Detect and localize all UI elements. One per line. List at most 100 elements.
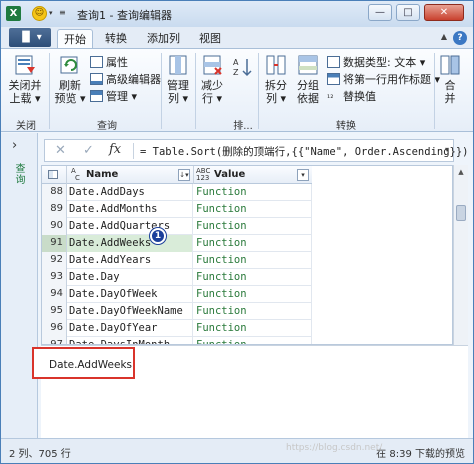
- fx-icon[interactable]: fx: [109, 142, 121, 157]
- formula-bar[interactable]: ✕ ✓ fx = Table.Sort(删除的顶端行,{{"Name", Ord…: [44, 139, 469, 162]
- expand-chevron-icon[interactable]: ›: [12, 138, 17, 153]
- excel-icon[interactable]: X: [6, 6, 21, 21]
- table-menu-button[interactable]: [42, 166, 67, 184]
- manage-columns-button[interactable]: 管理 列 ▾: [164, 53, 192, 105]
- name-cell[interactable]: Date.AddQuarters: [67, 218, 193, 235]
- formula-expand-icon[interactable]: ▾: [445, 145, 449, 154]
- row-number: 92: [42, 252, 67, 269]
- row-number: 93: [42, 269, 67, 286]
- value-cell[interactable]: Function: [193, 320, 312, 337]
- table-row[interactable]: 90 Date.AddQuarters Function: [42, 218, 312, 235]
- name-cell[interactable]: Date.AddYears: [67, 252, 193, 269]
- table-row[interactable]: 97 Date.DaysInMonth Function: [42, 337, 312, 344]
- table-row[interactable]: 93 Date.Day Function: [42, 269, 312, 286]
- properties-icon: [90, 56, 103, 68]
- minimize-button[interactable]: —: [368, 4, 392, 21]
- row-number: 94: [42, 286, 67, 303]
- column-divider[interactable]: [193, 166, 194, 184]
- data-type-dropdown[interactable]: 数据类型: 文本 ▾: [327, 54, 425, 70]
- value-cell[interactable]: Function: [193, 218, 312, 235]
- table-row[interactable]: 95 Date.DayOfWeekName Function: [42, 303, 312, 320]
- preview-value: Date.AddWeeks: [49, 359, 133, 371]
- close-and-load-icon: [15, 55, 35, 75]
- scroll-up-icon[interactable]: ▲: [454, 165, 468, 179]
- svg-text:Z: Z: [233, 68, 239, 77]
- name-cell[interactable]: Date.DayOfWeek: [67, 286, 193, 303]
- data-grid: A C Name ↓▾ ABC 123 Value ▾ 88 Date.AddD…: [41, 165, 453, 345]
- table-row[interactable]: 89 Date.AddMonths Function: [42, 201, 312, 218]
- text-type-icon[interactable]: A C: [71, 168, 80, 182]
- ribbon-collapse-icon[interactable]: ▲: [441, 32, 447, 41]
- name-cell[interactable]: Date.DayOfWeekName: [67, 303, 193, 320]
- value-cell[interactable]: Function: [193, 303, 312, 320]
- vertical-scrollbar[interactable]: ▲: [453, 165, 468, 345]
- group-label-sort: 排...: [233, 121, 253, 132]
- name-cell[interactable]: Date.DayOfYear: [67, 320, 193, 337]
- value-cell[interactable]: Function: [193, 235, 312, 252]
- table-row-selected[interactable]: 91 Date.AddWeeks Function: [42, 235, 312, 252]
- name-cell[interactable]: Date.Day: [67, 269, 193, 286]
- tab-add-column[interactable]: 添加列: [141, 29, 186, 49]
- close-button[interactable]: ✕: [424, 4, 464, 21]
- table-row[interactable]: 96 Date.DayOfYear Function: [42, 320, 312, 337]
- advanced-editor-button[interactable]: 高级编辑器: [90, 71, 161, 87]
- group-divider: [161, 53, 162, 129]
- quick-access-dropdown-icon[interactable]: ▾: [49, 9, 53, 17]
- refresh-preview-button[interactable]: 刷新 预览 ▾: [53, 53, 87, 105]
- replace-values-button[interactable]: ₁₂ 替换值: [327, 88, 376, 104]
- cancel-formula-icon[interactable]: ✕: [55, 143, 66, 158]
- scroll-thumb[interactable]: [456, 205, 466, 221]
- formula-divider: [133, 143, 134, 159]
- close-and-load-button[interactable]: 关闭并 上载 ▾: [7, 53, 43, 105]
- column-header-value[interactable]: Value: [214, 169, 245, 180]
- value-cell[interactable]: Function: [193, 337, 312, 344]
- refresh-icon: [60, 56, 78, 74]
- row-number: 95: [42, 303, 67, 320]
- group-label-close: 关闭: [16, 121, 36, 132]
- smiley-icon[interactable]: ☺: [32, 6, 47, 21]
- value-cell[interactable]: Function: [193, 201, 312, 218]
- reduce-rows-button[interactable]: 减少 行 ▾: [198, 53, 226, 105]
- queries-pane-collapsed[interactable]: › 查询: [1, 133, 38, 438]
- split-column-button[interactable]: 拆分 列 ▾: [262, 53, 290, 105]
- name-cell[interactable]: Date.AddMonths: [67, 201, 193, 218]
- table-row[interactable]: 88 Date.AddDays Function: [42, 184, 312, 201]
- column-header-name[interactable]: Name: [86, 169, 118, 180]
- maximize-button[interactable]: □: [396, 4, 420, 21]
- formula-text[interactable]: = Table.Sort(删除的顶端行,{{"Name", Order.Asce…: [140, 144, 469, 159]
- tab-view[interactable]: 视图: [193, 29, 227, 49]
- file-tab[interactable]: ▐▌ ▾: [9, 28, 51, 47]
- manage-icon: [90, 90, 103, 102]
- name-cell[interactable]: Date.DaysInMonth: [67, 337, 193, 344]
- name-filter-button[interactable]: ↓▾: [178, 169, 190, 181]
- group-by-button[interactable]: 分组 依据: [294, 53, 322, 105]
- properties-button[interactable]: 属性: [90, 54, 128, 70]
- help-icon[interactable]: ?: [453, 31, 467, 45]
- value-cell[interactable]: Function: [193, 184, 312, 201]
- value-filter-button[interactable]: ▾: [297, 169, 309, 181]
- svg-text:A: A: [233, 58, 239, 67]
- any-type-icon[interactable]: ABC 123: [196, 168, 210, 182]
- row-number: 96: [42, 320, 67, 337]
- queries-pane-label[interactable]: 查询: [13, 163, 26, 185]
- commit-formula-icon[interactable]: ✓: [83, 143, 94, 158]
- sort-button[interactable]: AZ: [231, 55, 253, 81]
- group-divider: [258, 53, 259, 129]
- use-first-row-as-headers-button[interactable]: 将第一行用作标题 ▾: [327, 71, 440, 87]
- manage-button[interactable]: 管理 ▾: [90, 88, 137, 104]
- combine-button[interactable]: 合 并: [438, 53, 462, 105]
- name-cell[interactable]: Date.AddDays: [67, 184, 193, 201]
- value-cell[interactable]: Function: [193, 269, 312, 286]
- tab-transform[interactable]: 转换: [99, 29, 133, 49]
- name-cell-selected[interactable]: Date.AddWeeks: [67, 235, 193, 252]
- value-cell[interactable]: Function: [193, 286, 312, 303]
- tab-home[interactable]: 开始: [57, 29, 93, 49]
- table-row[interactable]: 94 Date.DayOfWeek Function: [42, 286, 312, 303]
- manage-columns-icon: [169, 55, 187, 75]
- quick-access-more-icon[interactable]: ≡: [59, 8, 66, 17]
- grid-header: A C Name ↓▾ ABC 123 Value ▾: [42, 166, 312, 184]
- title-bar: X ☺ ▾ ≡ 查询1 - 查询编辑器 — □ ✕: [1, 1, 473, 27]
- table-row[interactable]: 92 Date.AddYears Function: [42, 252, 312, 269]
- sort-icon: AZ: [233, 58, 252, 77]
- value-cell[interactable]: Function: [193, 252, 312, 269]
